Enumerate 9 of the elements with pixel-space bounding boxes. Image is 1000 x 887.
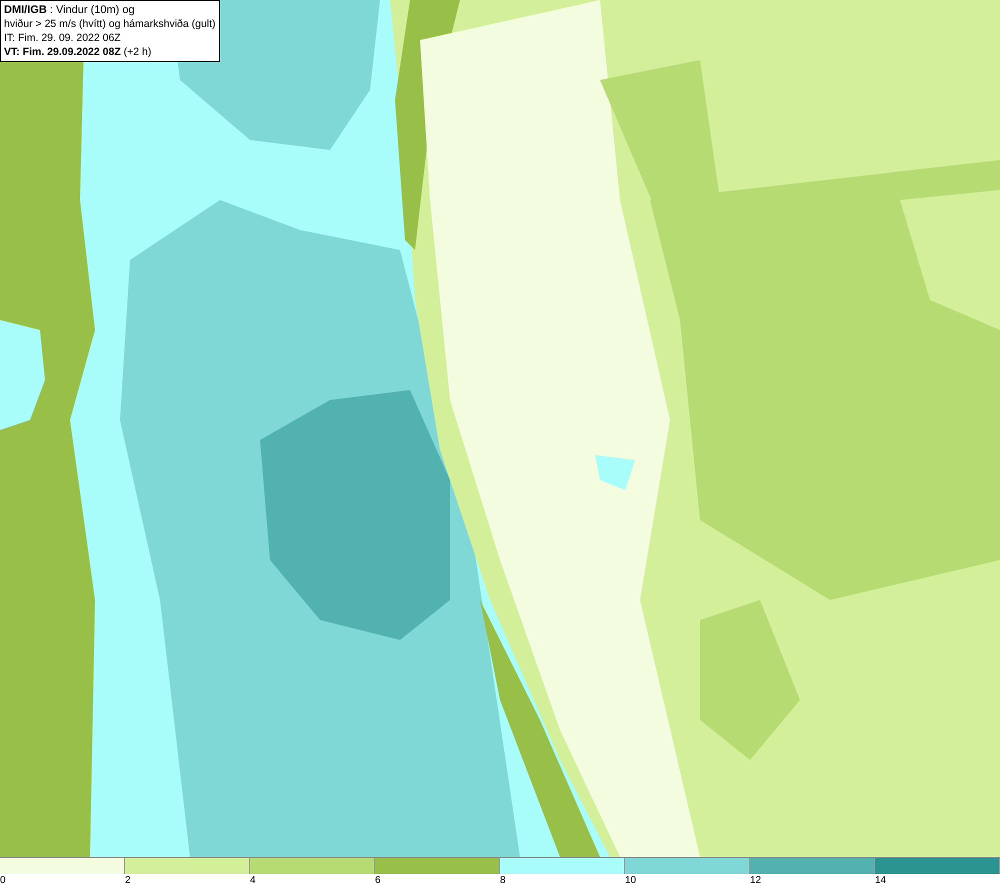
- legend-label: 6: [375, 875, 381, 886]
- map-caption: DMI/IGB : Vindur (10m) og hviður > 25 m/s (hvítt) og hámarkshviða (gult) IT: Fim. 29. 09. 2022 06Z VT: Fim. 29.09.2022 08Z (+2 h): [0, 0, 220, 62]
- legend-label: 0: [0, 875, 6, 886]
- legend-label: 2: [125, 875, 131, 886]
- legend-label: 10: [625, 875, 636, 886]
- legend-label: 4: [250, 875, 256, 886]
- legend-label: 14: [875, 875, 886, 886]
- legend-label: 12: [750, 875, 762, 886]
- legend-label: 8: [500, 875, 506, 886]
